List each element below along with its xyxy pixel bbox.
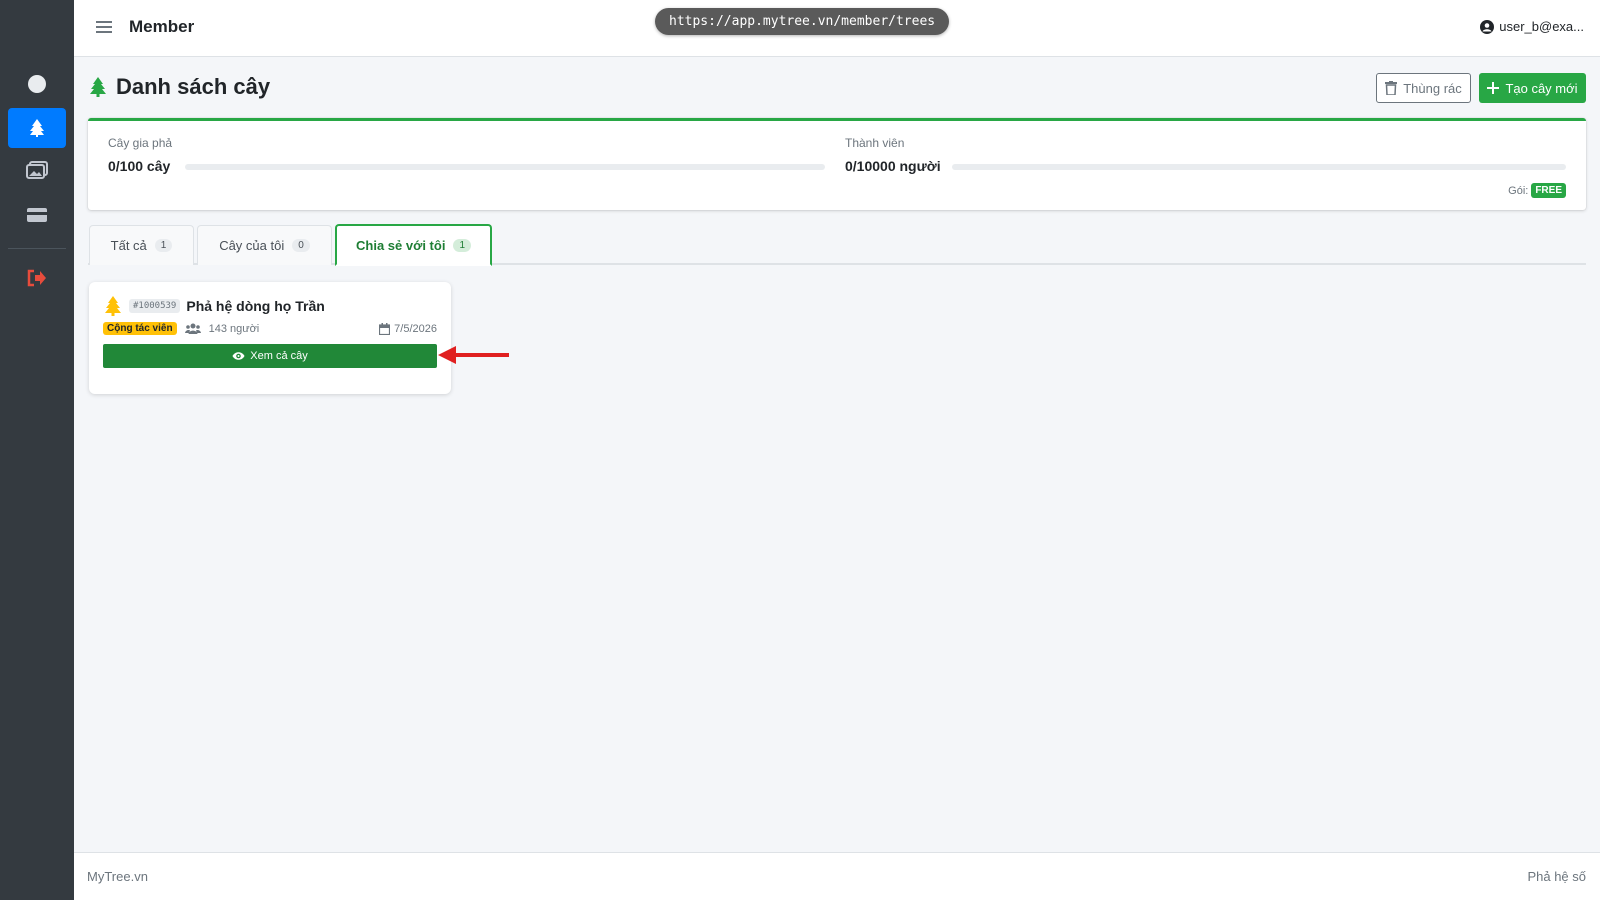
tree-icon <box>105 296 121 316</box>
card-icon <box>27 208 47 222</box>
page-title-text: Danh sách cây <box>116 74 271 99</box>
plus-icon <box>1487 82 1500 94</box>
trees-quota-value: 0/100 cây <box>108 158 171 174</box>
images-icon <box>26 161 48 179</box>
hamburger-icon <box>96 21 112 33</box>
tab-count: 1 <box>453 238 471 252</box>
tab-shared-with-me[interactable]: Chia sẻ với tôi 1 <box>335 224 492 266</box>
tree-icon <box>30 119 44 137</box>
footer-brand: MyTree.vn <box>87 869 148 884</box>
tree-id-badge: #1000539 <box>129 299 181 313</box>
url-indicator: https://app.mytree.vn/member/trees <box>655 8 950 35</box>
tab-label: Tất cả <box>110 238 147 253</box>
view-tree-button-label: Xem cả cây <box>250 350 308 362</box>
user-menu[interactable]: user_b@exa... <box>1480 19 1584 34</box>
sidebar <box>0 0 74 900</box>
plan-label: Gói: <box>1508 184 1529 197</box>
members-quota-value: 0/10000 người <box>845 158 941 174</box>
members-quota-bar <box>952 164 1566 170</box>
members-quota-label: Thành viên <box>845 136 905 150</box>
tree-member-count: 143 người <box>208 322 260 335</box>
calendar-icon <box>379 322 391 335</box>
sidebar-item-dashboard[interactable] <box>8 64 66 104</box>
tree-icon <box>90 77 106 97</box>
tab-count: 0 <box>292 239 310 252</box>
tree-name: Phả hệ dòng họ Trần <box>186 298 325 314</box>
trash-button-label: Thùng rác <box>1403 80 1462 96</box>
trees-quota-label: Cây gia phả <box>108 136 173 150</box>
plan-indicator: Gói: FREE <box>1508 183 1566 198</box>
footer: MyTree.vn Phả hệ số <box>74 852 1600 900</box>
sidebar-item-trees[interactable] <box>8 108 66 148</box>
menu-toggle[interactable] <box>96 20 112 37</box>
view-tree-button[interactable]: Xem cả cây <box>103 344 437 368</box>
tab-label: Cây của tôi <box>219 238 285 253</box>
logout-icon <box>27 269 46 287</box>
tree-card-meta: Cộng tác viên 143 người 7/5/2026 <box>103 322 437 335</box>
annotation-arrow-icon <box>438 346 509 364</box>
create-tree-button[interactable]: Tạo cây mới <box>1479 73 1586 103</box>
tree-card-header: #1000539 Phả hệ dòng họ Trần <box>103 295 325 317</box>
sidebar-item-gallery[interactable] <box>8 150 66 190</box>
trees-quota-bar <box>185 164 825 170</box>
tab-my-trees[interactable]: Cây của tôi 0 <box>197 225 332 265</box>
quota-card: Cây gia phả 0/100 cây Thành viên 0/10000… <box>88 118 1586 210</box>
circle-icon <box>28 75 46 93</box>
page-section-title: Member <box>129 17 195 36</box>
page-title: Danh sách cây <box>88 74 270 100</box>
trash-icon <box>1385 81 1398 95</box>
footer-tagline: Phả hệ số <box>1527 869 1586 884</box>
eye-icon <box>232 352 245 360</box>
role-badge: Cộng tác viên <box>103 322 177 335</box>
tree-date-text: 7/5/2026 <box>394 322 437 335</box>
user-email: user_b@exa... <box>1499 19 1584 34</box>
trash-button[interactable]: Thùng rác <box>1376 73 1471 103</box>
tab-all[interactable]: Tất cả 1 <box>89 225 194 265</box>
tab-count: 1 <box>154 239 173 252</box>
plan-badge: FREE <box>1531 183 1566 198</box>
sidebar-item-logout[interactable] <box>8 258 66 298</box>
top-navbar: Member https://app.mytree.vn/member/tree… <box>74 0 1600 57</box>
sidebar-item-billing[interactable] <box>8 195 66 235</box>
tree-date: 7/5/2026 <box>379 322 437 335</box>
users-icon <box>184 323 201 334</box>
tree-card: #1000539 Phả hệ dòng họ Trần Cộng tác vi… <box>89 282 451 394</box>
create-tree-button-label: Tạo cây mới <box>1505 80 1578 96</box>
tab-label: Chia sẻ với tôi <box>356 237 446 253</box>
sidebar-divider <box>8 248 66 249</box>
user-circle-icon <box>1480 19 1495 34</box>
